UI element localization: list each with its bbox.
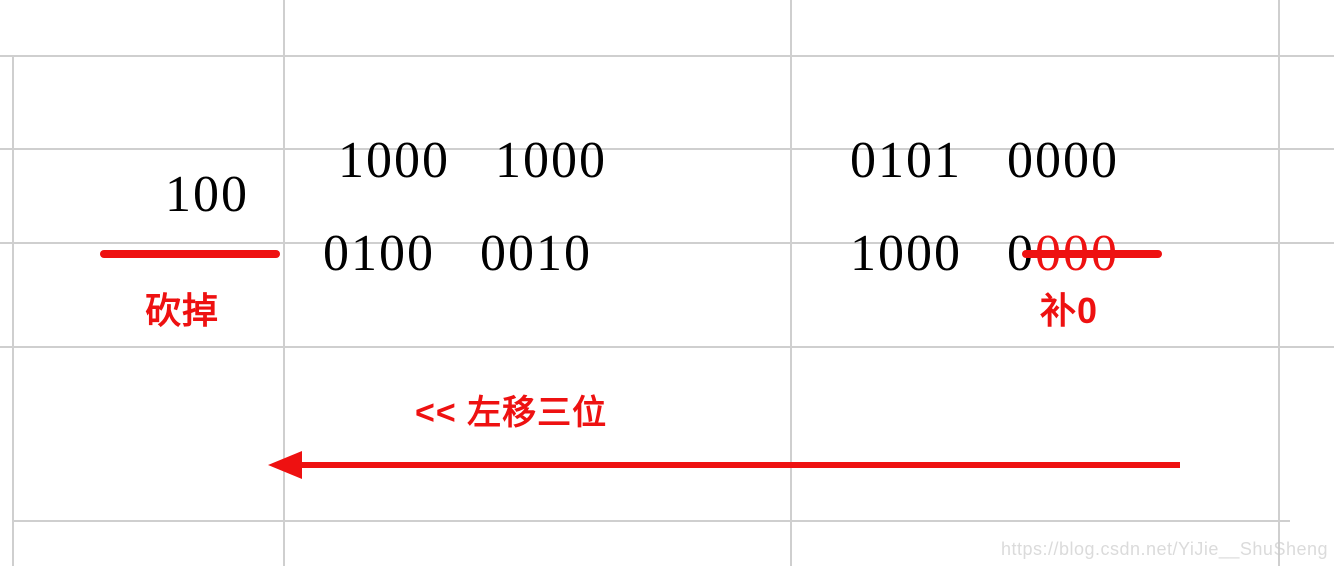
grid-hline	[0, 55, 1334, 57]
grid-vline	[283, 0, 285, 566]
row2-nibble1: 0100	[323, 225, 435, 282]
grid-hline	[0, 346, 1334, 348]
chop-label: 砍掉	[145, 282, 219, 334]
grid-vline	[12, 55, 14, 566]
pad-underline	[1022, 250, 1162, 258]
grid-vline	[1278, 0, 1280, 566]
chop-underline	[100, 250, 280, 258]
row2-nibble2: 0010	[480, 225, 592, 282]
row2-byte2: 1000 0000	[820, 165, 1119, 283]
row2-byte1: 0100 0010	[293, 165, 592, 283]
shift-arrow-line	[300, 462, 1180, 468]
grid-hline	[0, 148, 1334, 150]
shift-arrow-head	[268, 451, 302, 479]
row2-nibble3: 1000	[850, 225, 962, 282]
grid-hline	[0, 242, 1334, 244]
grid-vline	[790, 0, 792, 566]
grid-hline	[12, 520, 1290, 522]
shift-label: << 左移三位	[415, 385, 607, 434]
row2-overflow: 100	[165, 165, 249, 224]
pad-label: 补0	[1040, 282, 1098, 334]
watermark: https://blog.csdn.net/YiJie__ShuSheng	[1001, 539, 1328, 560]
